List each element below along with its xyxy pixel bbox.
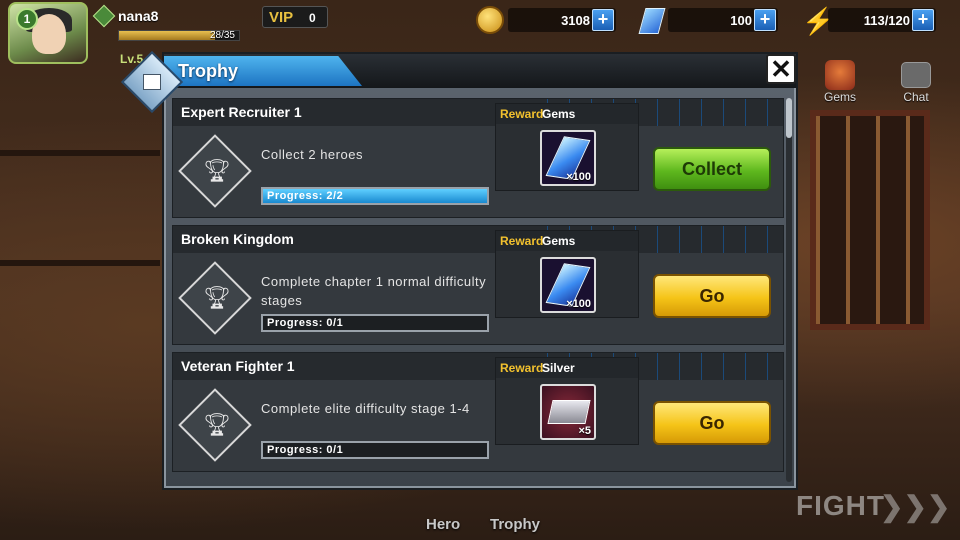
tab-trophy[interactable]: Trophy <box>490 516 540 533</box>
book-icon <box>143 74 161 90</box>
reward-item[interactable]: ×5 <box>540 384 596 440</box>
stamina-counter: 113/120 + <box>828 8 936 32</box>
gems-shortcut[interactable]: Gems <box>818 60 862 104</box>
vip-label: VIP <box>269 9 294 26</box>
trophy-row-header: Expert Recruiter 1 <box>173 99 783 126</box>
gems-shop-icon <box>825 60 855 90</box>
trophy-icon: 🏆︎ <box>203 412 231 437</box>
reward-name: Gems <box>542 107 576 121</box>
reward-label: Reward <box>500 234 544 248</box>
background-shelf <box>0 150 160 156</box>
trophy-row-header: Broken Kingdom <box>173 226 783 253</box>
reward-quantity: ×100 <box>566 171 591 183</box>
gold-value: 3108 <box>561 13 590 28</box>
trophy-badge: 🏆︎ <box>178 134 252 208</box>
trophy-badge: 🏆︎ <box>178 388 252 462</box>
gems-counter: 100 + <box>668 8 778 32</box>
trophy-progress-bar: Progress: 0/1 <box>261 314 489 332</box>
gems-value: 100 <box>730 13 752 28</box>
progress-text: Progress: 2/2 <box>267 190 344 202</box>
player-level-badge: 1 <box>16 8 38 30</box>
reward-panel: Reward Silver ×5 <box>495 357 639 445</box>
progress-text: Progress: 0/1 <box>267 444 344 456</box>
gold-counter: 3108 + <box>508 8 616 32</box>
background-window <box>810 110 930 330</box>
trophy-dialog: Trophy Expert Recruiter 1 🏆︎ Collect 2 h… <box>162 52 798 490</box>
top-bar: 1 nana8 28/35 VIP 0 3108 + 100 + ⚡ 113/1… <box>0 0 960 64</box>
reward-name: Gems <box>542 234 576 248</box>
trophy-title: Broken Kingdom <box>181 231 294 247</box>
trophy-row: Expert Recruiter 1 🏆︎ Collect 2 heroes P… <box>172 98 784 218</box>
stamina-value: 113/120 <box>863 13 910 28</box>
trophy-description: Complete elite difficulty stage 1-4 <box>261 401 470 416</box>
player-name: nana8 <box>118 8 159 24</box>
reward-header: Reward Gems <box>496 104 638 124</box>
chat-icon <box>901 62 931 88</box>
reward-label: Reward <box>500 361 544 375</box>
fight-button[interactable]: FIGHT <box>796 490 885 522</box>
trophy-badge: 🏆︎ <box>178 261 252 335</box>
chat-shortcut[interactable]: Chat <box>894 60 938 104</box>
reward-quantity: ×5 <box>578 425 591 437</box>
reward-label: Reward <box>500 107 544 121</box>
close-icon: ✕ <box>770 54 792 84</box>
close-button[interactable]: ✕ <box>766 54 796 84</box>
reward-item[interactable]: ×100 <box>540 130 596 186</box>
vip-level: 0 <box>309 11 316 25</box>
exp-bar: 28/35 <box>118 30 240 41</box>
reward-panel: Reward Gems ×100 <box>495 103 639 191</box>
trophy-progress-bar: Progress: 0/1 <box>261 441 489 459</box>
player-avatar[interactable]: 1 <box>8 2 88 64</box>
go-button[interactable]: Go <box>653 274 771 318</box>
trophy-description: Complete chapter 1 normal difficulty sta… <box>261 274 487 308</box>
reward-header: Reward Silver <box>496 358 638 378</box>
add-stamina-button[interactable]: + <box>912 9 934 31</box>
add-gold-button[interactable]: + <box>592 9 614 31</box>
scrollbar-thumb[interactable] <box>786 98 792 138</box>
trophy-row-header: Veteran Fighter 1 <box>173 353 783 380</box>
trophy-progress-bar: Progress: 2/2 <box>261 187 489 205</box>
trophy-icon: 🏆︎ <box>203 285 231 310</box>
chat-shortcut-label: Chat <box>903 90 929 104</box>
dialog-title-tab: Trophy <box>164 56 362 86</box>
vip-badge[interactable]: VIP 0 <box>262 6 328 28</box>
background-shelf <box>0 260 160 266</box>
fight-arrows-icon: ❯❯❯ <box>880 491 951 522</box>
add-gems-button[interactable]: + <box>754 9 776 31</box>
rank-icon <box>92 4 116 28</box>
reward-header: Reward Gems <box>496 231 638 251</box>
trophy-title: Expert Recruiter 1 <box>181 104 302 120</box>
trophy-icon: 🏆︎ <box>203 158 231 183</box>
go-button[interactable]: Go <box>653 401 771 445</box>
trophy-list[interactable]: Expert Recruiter 1 🏆︎ Collect 2 heroes P… <box>172 98 784 482</box>
reward-panel: Reward Gems ×100 <box>495 230 639 318</box>
trophy-title: Veteran Fighter 1 <box>181 358 295 374</box>
gold-coin-icon <box>476 6 504 34</box>
collect-button[interactable]: Collect <box>653 147 771 191</box>
dialog-header: Trophy <box>164 54 796 88</box>
trophy-row: Veteran Fighter 1 🏆︎ Complete elite diff… <box>172 352 784 472</box>
trophy-list-scrollbar[interactable] <box>786 98 792 482</box>
exp-text: 28/35 <box>209 30 235 41</box>
trophy-row: Broken Kingdom 🏆︎ Complete chapter 1 nor… <box>172 225 784 345</box>
silver-ingot-icon <box>547 400 591 424</box>
tab-hero[interactable]: Hero <box>426 516 460 533</box>
reward-quantity: ×100 <box>566 298 591 310</box>
reward-name: Silver <box>542 361 575 375</box>
reward-item[interactable]: ×100 <box>540 257 596 313</box>
dialog-title: Trophy <box>178 61 239 81</box>
gems-shortcut-label: Gems <box>823 90 856 104</box>
lightning-icon: ⚡ <box>802 6 835 36</box>
progress-text: Progress: 0/1 <box>267 317 344 329</box>
trophy-description: Collect 2 heroes <box>261 147 363 162</box>
gem-icon <box>638 8 666 34</box>
